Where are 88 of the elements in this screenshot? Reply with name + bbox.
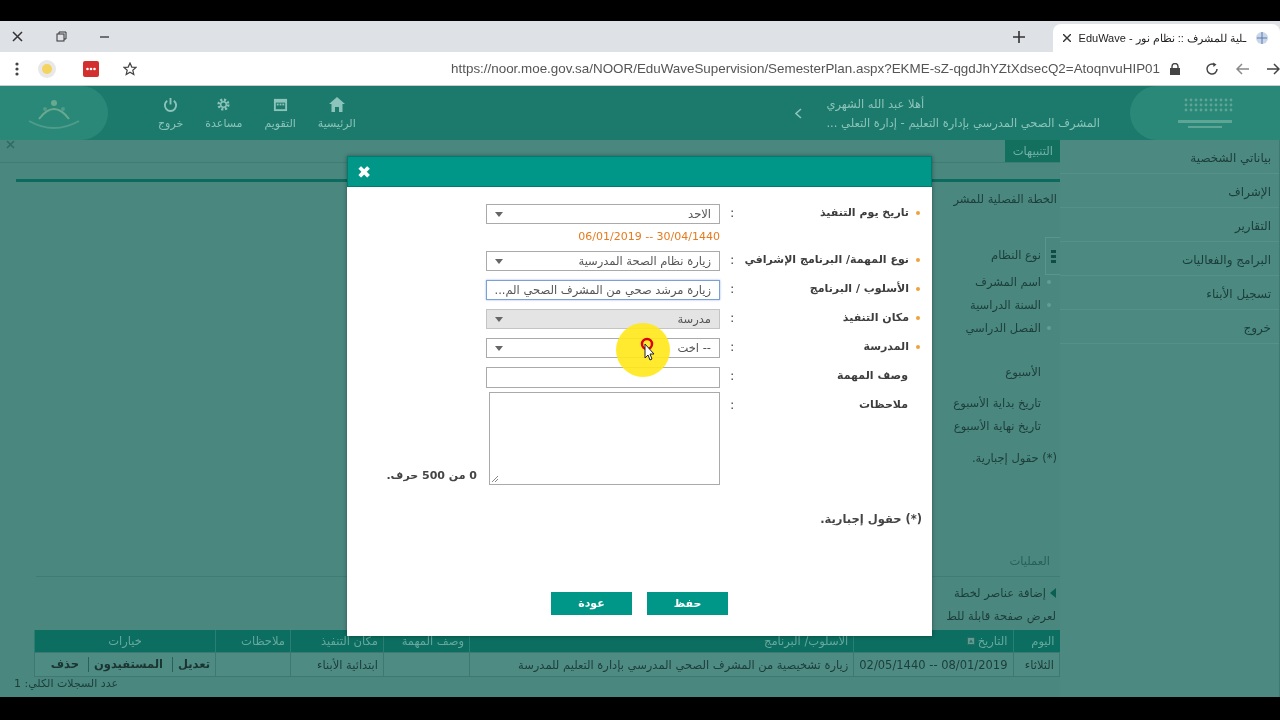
back-icon[interactable]: [1236, 62, 1250, 75]
menu-item[interactable]: الإشراف: [1060, 174, 1279, 208]
link[interactable]: إضافة عناصر لخطة: [954, 586, 1046, 600]
close-icon[interactable]: [12, 31, 23, 42]
restore-icon[interactable]: [56, 31, 67, 42]
colon: :: [729, 281, 734, 296]
gear-icon: [216, 96, 232, 112]
link[interactable]: لعرض صفحة قابلة للط: [946, 609, 1056, 623]
dialog-button[interactable]: حفظ: [647, 592, 728, 615]
select-field[interactable]: زيارة مرشد صحي من المشرف الصحي الم...: [486, 280, 720, 300]
char-counter: 0 من 500 حرف.: [386, 469, 477, 482]
globe-icon: [1254, 30, 1270, 46]
power-icon: [163, 96, 179, 112]
field-label: السنة الدراسية: [970, 298, 1041, 312]
triangle-icon: [1050, 588, 1056, 598]
new-tab-icon[interactable]: [1012, 30, 1025, 43]
field-label: الأسبوع: [1004, 365, 1041, 379]
field-label: وصف المهمة: [837, 369, 908, 382]
reload-icon[interactable]: [1205, 61, 1219, 76]
sidebar-handle[interactable]: [1045, 237, 1060, 275]
alerts-tab[interactable]: التنبيهات: [1004, 140, 1061, 162]
colon: :: [729, 252, 734, 267]
notes-field[interactable]: [489, 392, 720, 485]
lock-icon: [1170, 62, 1180, 75]
drag-handle-icon: [1050, 249, 1056, 263]
field-label: تاريخ نهاية الأسبوع: [952, 419, 1041, 433]
user-role: المشرف الصحي المدرسي بإدارة التعليم - إدارة التعلي ...: [826, 115, 1100, 130]
select-field[interactable]: الاحد: [486, 204, 720, 224]
caret-icon: [495, 345, 503, 351]
resize-grip-icon[interactable]: [491, 475, 499, 483]
cursor-highlight-icon: [615, 322, 671, 378]
field-label: الأسلوب / البرنامج: [809, 282, 909, 295]
nav-button[interactable]: التقويم: [264, 96, 296, 130]
menu-item[interactable]: التقارير: [1060, 208, 1279, 242]
star-icon[interactable]: [123, 61, 137, 76]
colon: :: [729, 205, 734, 220]
field-label: تاريخ بداية الأسبوع: [952, 396, 1041, 410]
nav-button[interactable]: الرئيسية: [317, 96, 356, 130]
field-label: نوع النظام: [991, 248, 1041, 262]
tab-title: ـلية للمشرف :: نظام نور - EduWave: [1078, 31, 1246, 45]
browser-tab[interactable]: ـلية للمشرف :: نظام نور - EduWave: [1052, 24, 1280, 52]
field-label: المدرسة: [863, 340, 909, 353]
menu-item[interactable]: خروج: [1060, 310, 1279, 344]
date-range: 06/01/2019 -- 30/04/1440: [577, 229, 720, 245]
input-field[interactable]: [486, 367, 720, 388]
column-header: خيارات: [34, 630, 216, 653]
column-header: اليوم: [1013, 630, 1060, 653]
caret-icon: [495, 211, 503, 217]
menu-item[interactable]: بياناتي الشخصية: [1060, 140, 1279, 174]
table-cell: زيارة تشخيصية من المشرف الصحي المدرسي بإدارة التعليم للمدرسة: [469, 652, 854, 677]
field-label: ملاحظات: [859, 398, 908, 411]
forward-icon[interactable]: [1266, 62, 1280, 75]
menu-item[interactable]: تسجيل الأبناء: [1060, 276, 1279, 310]
colon: :: [729, 339, 734, 354]
caret-icon: [495, 258, 503, 264]
calendar-icon: [272, 96, 288, 112]
action-link[interactable]: المستفيدون: [94, 657, 163, 671]
record-count: عدد السجلات الكلي: 1: [14, 677, 118, 690]
section-title: الخطة الفصلية للمشر: [952, 192, 1057, 206]
nav-button[interactable]: خروج: [158, 96, 184, 130]
field-label: تاريخ يوم التنفيذ: [819, 206, 909, 219]
sort-icon[interactable]: [966, 637, 975, 645]
table-cell: ابتدائية الأبناء: [290, 652, 384, 677]
table-cell: 08/01/2019 -- 02/05/1440: [853, 652, 1013, 677]
menu-icon[interactable]: [15, 61, 19, 76]
select-field[interactable]: زيارة نظام الصحة المدرسية: [486, 251, 720, 271]
colon: :: [729, 310, 734, 325]
table-cell: الثلاثاء: [1013, 652, 1060, 677]
action-link[interactable]: تعديل: [177, 657, 210, 671]
extension-icon[interactable]: [83, 60, 99, 77]
home-icon: [328, 96, 345, 112]
close-button[interactable]: ✖: [357, 161, 372, 182]
field-label: اسم المشرف: [975, 275, 1041, 289]
field-label: مكان التنفيذ: [842, 311, 909, 324]
colon: :: [729, 368, 734, 383]
field-label: نوع المهمة/ البرنامج الإشرافي: [744, 253, 909, 266]
column-header: ملاحظات: [215, 630, 291, 653]
caret-icon: [495, 316, 503, 322]
field-label: الفصل الدراسي: [965, 321, 1041, 335]
greeting: أهلا عبد الله الشهري: [826, 96, 925, 111]
dialog-button[interactable]: عودة: [551, 592, 632, 615]
required-note: (*) حقول إجبارية.: [970, 451, 1057, 465]
action-link[interactable]: حذف: [50, 657, 79, 671]
chevron-icon[interactable]: [795, 107, 803, 119]
close-icon[interactable]: [1062, 34, 1071, 42]
nav-button[interactable]: مساعدة: [205, 96, 243, 130]
required-note: (*) حقول إجبارية.: [819, 512, 923, 526]
colon: :: [729, 397, 734, 412]
